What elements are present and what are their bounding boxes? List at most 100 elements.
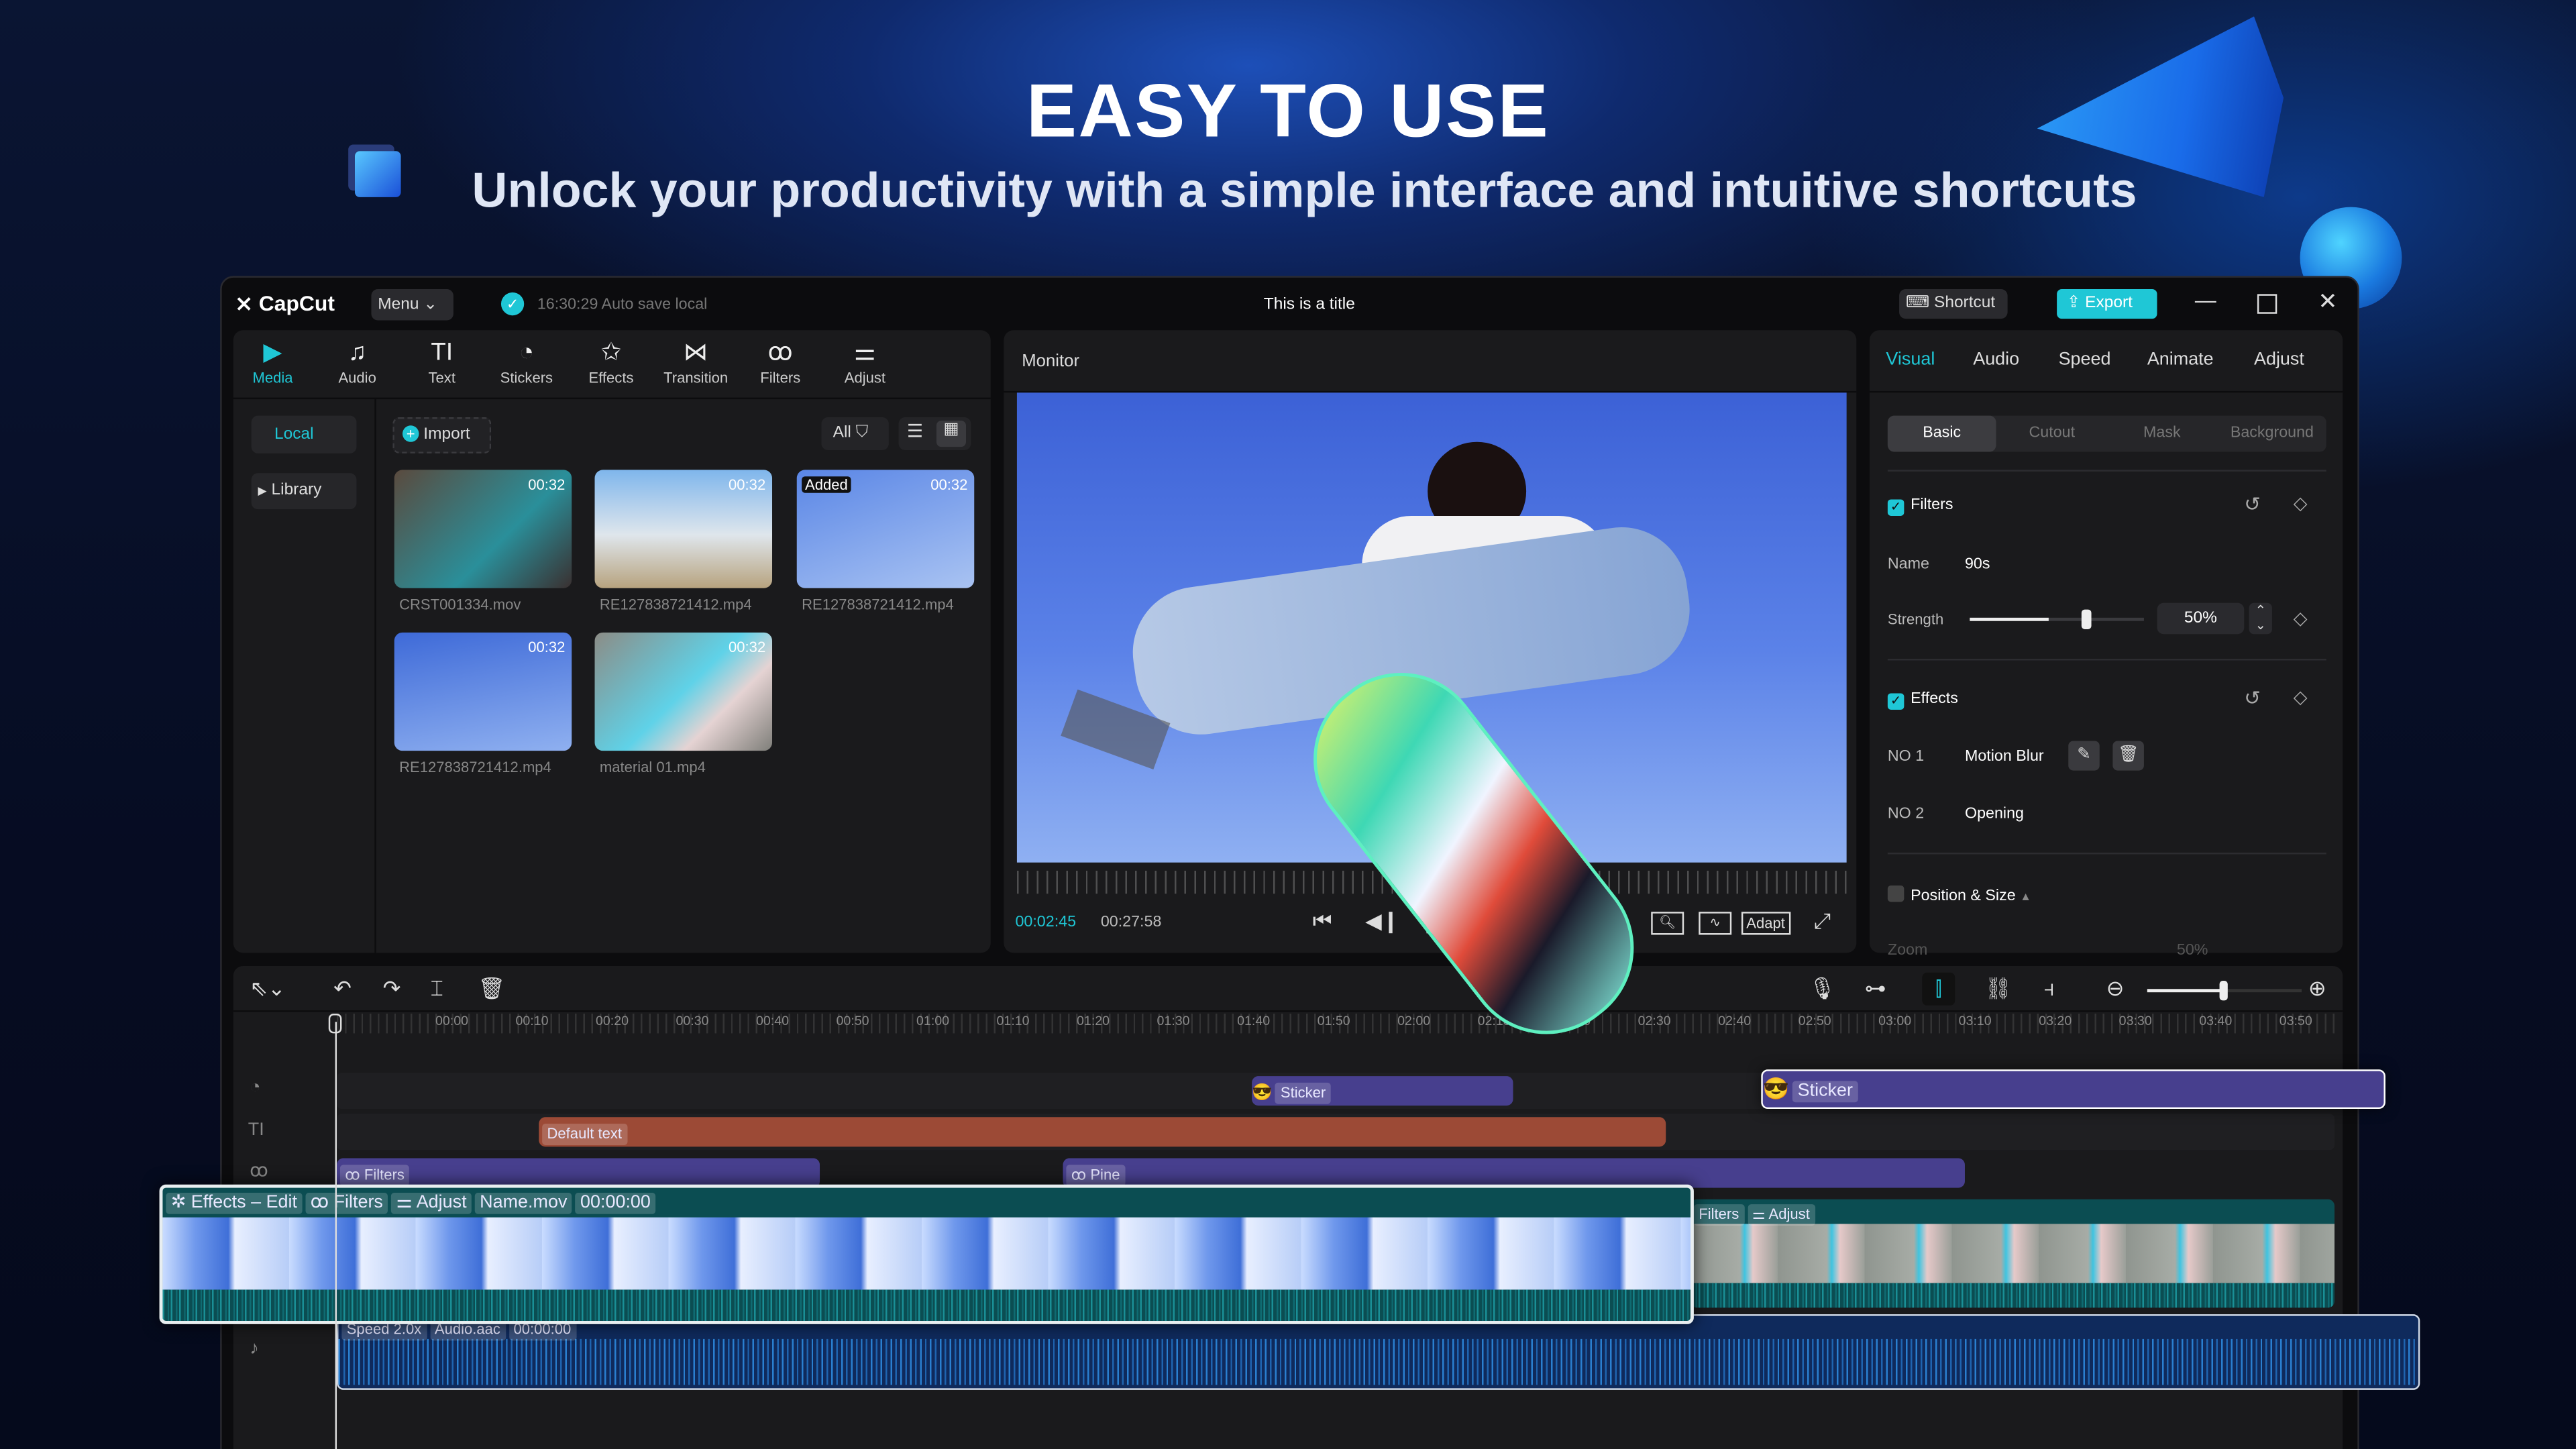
filters-section-header: ✓ Filters [1887, 496, 1953, 516]
tab-text[interactable]: TI Text [399, 337, 484, 386]
effect-name: Motion Blur [1964, 747, 2044, 766]
tab-adjust[interactable]: ⚌ Adjust [822, 337, 908, 386]
menu-label: Menu [378, 295, 419, 314]
zoom-slider-handle[interactable] [2219, 981, 2228, 1001]
zoom-in-icon[interactable]: ⊕ [2308, 976, 2326, 1002]
sidebar-item-local[interactable]: Local [251, 415, 357, 453]
media-duration: 00:32 [729, 639, 766, 656]
import-button[interactable]: + Import [392, 417, 492, 453]
subtab-cutout[interactable]: Cutout [1998, 416, 2106, 452]
keyframe-icon[interactable]: ◇ [2294, 493, 2308, 514]
delete-effect-button[interactable]: 🗑︎ [2112, 741, 2144, 771]
redo-icon[interactable]: ↷ [383, 976, 401, 1002]
tab-transition[interactable]: ⋈ Transition [653, 337, 738, 386]
ruler-label: 00:50 [836, 1014, 869, 1029]
position-checkbox[interactable] [1887, 885, 1904, 902]
tab-stickers[interactable]: ◔ Stickers [484, 337, 569, 386]
list-view-icon[interactable]: ☰ [907, 421, 923, 441]
menu-button[interactable]: Menu ⌄ [371, 289, 453, 321]
maximize-button[interactable] [2257, 294, 2277, 314]
filters-icon: ꝏ [345, 1166, 360, 1183]
chain-icon[interactable]: ⛓︎ [1984, 976, 2011, 1002]
microphone-icon[interactable]: 🎙︎ [1809, 976, 1835, 1002]
zoom-out-icon[interactable]: ⊖ [2106, 976, 2125, 1002]
reset-icon[interactable]: ↺ [2244, 687, 2261, 710]
inspector-tab-adjust[interactable]: Adjust [2254, 350, 2304, 370]
tab-effects[interactable]: ✩ Effects [568, 337, 653, 386]
clip-waveform [1690, 1283, 2335, 1308]
filter-icon: ⛉ [855, 423, 869, 442]
inspector-tab-audio[interactable]: Audio [1973, 350, 2019, 370]
media-thumbnail[interactable]: 00:32 [394, 632, 572, 751]
tab-audio[interactable]: ♫ Audio [315, 337, 400, 386]
strength-stepper[interactable]: ⌃ ⌄ [2249, 602, 2272, 635]
playhead[interactable] [335, 1022, 337, 1449]
subtab-background[interactable]: Background [2218, 416, 2326, 452]
filter-clip[interactable]: ꝏ Pine [1063, 1158, 1965, 1188]
keyframe-icon[interactable]: ◇ [2294, 687, 2308, 708]
undo-icon[interactable]: ↶ [333, 976, 352, 1002]
sticker-clip-selected[interactable]: 😎 Sticker [1761, 1069, 2385, 1110]
edit-effect-button[interactable]: ✎ [2068, 741, 2100, 771]
inspector-tab-speed[interactable]: Speed [2059, 350, 2111, 370]
adapt-button[interactable]: Adapt [1741, 912, 1790, 935]
subtab-mask[interactable]: Mask [2108, 416, 2216, 452]
minimize-button[interactable]: — [2195, 288, 2216, 313]
media-thumbnail[interactable]: 00:32 [394, 470, 572, 588]
delete-icon[interactable]: 🗑︎ [478, 976, 505, 1002]
filter-dropdown[interactable]: All ⛉ [821, 417, 889, 451]
reset-icon[interactable]: ↺ [2244, 493, 2261, 516]
ruler-label: 01:30 [1157, 1014, 1190, 1029]
preview-axis-icon[interactable]: ⫞ [2044, 976, 2055, 1002]
strength-slider[interactable] [1970, 609, 2144, 629]
media-thumbnail[interactable]: 00:32 [594, 470, 773, 588]
inspector-tab-animate[interactable]: Animate [2147, 350, 2214, 370]
close-button[interactable]: ✕ [2318, 288, 2338, 316]
strength-input[interactable]: 50% [2157, 602, 2245, 635]
effects-checkbox[interactable]: ✓ [1887, 693, 1904, 710]
import-label: Import [423, 425, 470, 444]
filters-checkbox[interactable]: ✓ [1887, 499, 1904, 516]
filter-clip[interactable]: ꝏ Filters [337, 1158, 820, 1188]
clip-label: Sticker [1275, 1082, 1331, 1104]
waveform-icon[interactable]: ∿ [1699, 912, 1732, 935]
grid-view-icon[interactable]: ▦ [936, 420, 967, 447]
tab-media[interactable]: ▶ Media [230, 337, 315, 386]
skip-start-icon[interactable]: ⏮ [1313, 908, 1332, 934]
media-thumbnail[interactable]: 00:32 Added [796, 470, 975, 588]
link-clips-icon[interactable]: ⊶ [1865, 976, 1886, 1002]
video-clip[interactable]: Filters ⚌ Adjust [1690, 1199, 2335, 1308]
inspector-tab-visual[interactable]: Visual [1886, 350, 1935, 370]
select-tool-icon[interactable]: ⇖⌄ [250, 976, 285, 1002]
zoom-preview-icon[interactable]: 🔍︎ [1651, 912, 1684, 935]
tab-filters[interactable]: ꝏ Filters [738, 337, 823, 386]
text-clip[interactable]: Default text [539, 1117, 1666, 1147]
video-clip-selected[interactable]: ✲ Effects – Edit ꝏ Filters ⚌ Adjust Name.mo… [159, 1184, 1694, 1324]
timeline-zoom-slider[interactable] [2147, 981, 2302, 1001]
keyframe-icon[interactable]: ◇ [2294, 608, 2308, 629]
media-thumbnail[interactable]: 00:32 [594, 632, 773, 751]
keyboard-icon: ⌨ [1905, 294, 1930, 313]
step-back-icon[interactable]: ◀❙ [1365, 908, 1399, 934]
sticker-clip[interactable]: 😎 Sticker [1252, 1076, 1513, 1106]
fullscreen-icon[interactable]: ⤢ [1814, 908, 1831, 934]
shortcut-button[interactable]: ⌨ Shortcut [1899, 289, 2008, 319]
audio-clip[interactable]: Speed 2.0x Audio.aac 00:00:00 [337, 1314, 2420, 1390]
playhead-handle[interactable] [328, 1014, 342, 1034]
subtab-basic[interactable]: Basic [1887, 415, 1996, 452]
clip-time: 00:00:00 [575, 1192, 656, 1214]
filmstrip [1690, 1224, 2335, 1283]
clip-label-text: Adjust [416, 1192, 467, 1213]
divider [233, 1010, 2343, 1012]
zoom-label: Zoom [1887, 941, 1928, 960]
export-icon: ⇪ [2066, 294, 2081, 313]
export-button[interactable]: ⇪ Export [2057, 289, 2157, 319]
split-icon[interactable]: ⌶ [431, 976, 443, 1002]
snap-toggle[interactable]: ⫿ [1922, 972, 1955, 1006]
audio-track-icon: ♪ [250, 1338, 259, 1359]
strength-slider-handle[interactable] [2081, 609, 2092, 629]
sidebar-item-library[interactable]: ▶ Library [251, 473, 357, 510]
divider [1887, 853, 2326, 855]
position-section-header: Position & Size ▲ [1887, 885, 2031, 905]
collapse-icon[interactable]: ▲ [2020, 892, 2031, 904]
